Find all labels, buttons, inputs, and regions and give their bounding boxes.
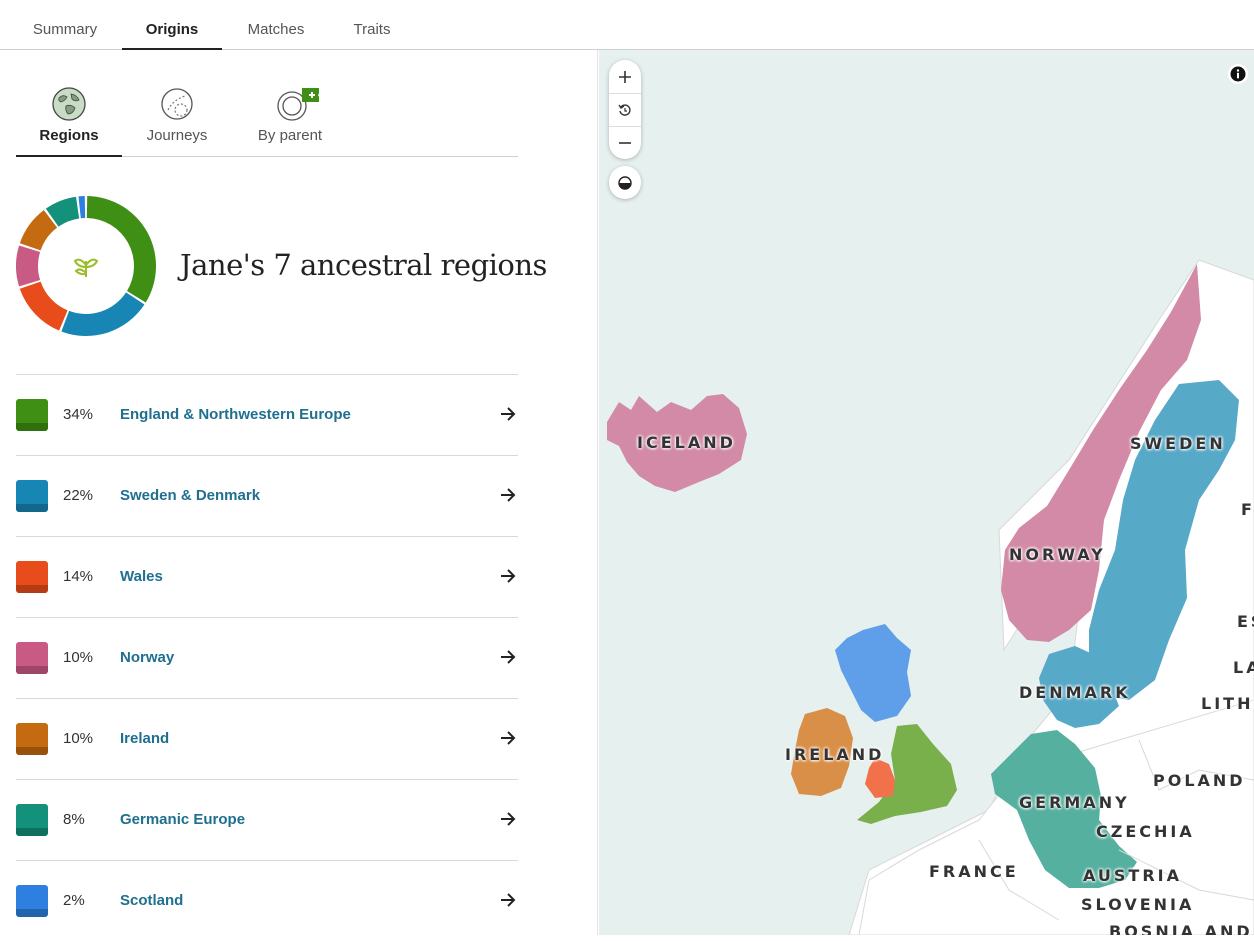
reset-icon — [618, 104, 631, 116]
region-percent: 22% — [63, 487, 94, 504]
region-name-link[interactable]: Wales — [120, 568, 163, 585]
arrow-right-icon — [501, 650, 516, 664]
region-row-wales[interactable]: 14% Wales — [16, 536, 518, 617]
by-parent-icon — [277, 88, 319, 121]
map-label-iceland: ICELAND — [637, 433, 736, 452]
tab-traits[interactable]: Traits — [338, 0, 406, 50]
region-name-link[interactable]: Ireland — [120, 730, 169, 747]
map-zoom-controls — [609, 60, 641, 159]
region-name-link[interactable]: Sweden & Denmark — [120, 487, 260, 504]
zoom-out-icon — [619, 142, 631, 144]
origins-view-tabs: Regions Journeys By parent — [16, 86, 518, 157]
tab-summary[interactable]: Summary — [20, 0, 110, 50]
arrow-right-icon — [501, 488, 516, 502]
map-label-lithuania: LITHU — [1201, 694, 1254, 713]
region-color-swatch — [16, 885, 48, 917]
contrast-control — [609, 166, 641, 199]
region-percent: 10% — [63, 730, 94, 747]
ancestry-map[interactable]: ICELAND SWEDEN NORWAY DENMARK IRELAND GE… — [599, 50, 1254, 935]
region-color-swatch — [16, 399, 48, 431]
map-label-sweden: SWEDEN — [1130, 434, 1226, 453]
donut-segment-0 — [86, 196, 156, 303]
arrow-right-icon — [501, 407, 516, 421]
map-label-latvia: LA — [1233, 658, 1254, 677]
donut-segment-3 — [16, 245, 41, 287]
subtab-by-parent[interactable]: By parent — [238, 86, 342, 157]
info-icon — [1230, 66, 1246, 82]
arrow-right-icon — [501, 569, 516, 583]
region-color-swatch — [16, 480, 48, 512]
map-label-poland: POLAND — [1153, 771, 1246, 790]
region-row-germanic-europe[interactable]: 8% Germanic Europe — [16, 779, 518, 860]
region-percent: 34% — [63, 406, 94, 423]
donut-segment-1 — [61, 292, 145, 336]
region-name-link[interactable]: England & Northwestern Europe — [120, 406, 351, 423]
globe-icon — [52, 87, 86, 121]
region-color-swatch — [16, 642, 48, 674]
region-name-link[interactable]: Scotland — [120, 892, 183, 909]
map-label-czechia: CZECHIA — [1096, 822, 1195, 841]
map-label-austria: AUSTRIA — [1083, 866, 1182, 885]
journeys-icon — [161, 88, 193, 120]
page-title: Jane's 7 ancestral regions — [180, 248, 547, 282]
wales-region — [865, 758, 895, 798]
donut-segment-6 — [78, 196, 86, 219]
map-label-finland: F — [1241, 500, 1254, 519]
map-info-button[interactable] — [1228, 64, 1248, 84]
top-tab-bar: Summary Origins Matches Traits — [0, 0, 1254, 50]
region-name-link[interactable]: Norway — [120, 649, 174, 666]
region-row-sweden-denmark[interactable]: 22% Sweden & Denmark — [16, 455, 518, 536]
leaf-icon — [73, 258, 99, 277]
region-percent: 2% — [63, 892, 85, 909]
region-row-ireland[interactable]: 10% Ireland — [16, 698, 518, 779]
region-color-swatch — [16, 561, 48, 593]
map-geography — [607, 259, 1254, 935]
map-label-bosnia: BOSNIA AND — [1109, 922, 1253, 935]
region-row-england[interactable]: 34% England & Northwestern Europe — [16, 374, 518, 455]
region-percent: 8% — [63, 811, 85, 828]
region-name-link[interactable]: Germanic Europe — [120, 811, 245, 828]
subtab-regions[interactable]: Regions — [16, 86, 122, 157]
origins-panel: Regions Journeys By parent Jane's 7 ance… — [0, 50, 598, 935]
subtab-journeys[interactable]: Journeys — [128, 86, 226, 157]
subtab-label: Regions — [39, 127, 99, 144]
region-percent: 10% — [63, 649, 94, 666]
contrast-toggle-button[interactable] — [609, 166, 641, 199]
zoom-in-icon — [619, 70, 631, 83]
tab-origins[interactable]: Origins — [122, 0, 222, 50]
region-color-swatch — [16, 804, 48, 836]
zoom-in-button[interactable] — [609, 60, 641, 93]
reset-view-button[interactable] — [609, 93, 641, 126]
arrow-right-icon — [501, 893, 516, 907]
map-label-ireland: IRELAND — [785, 745, 885, 764]
donut-segment-2 — [19, 281, 68, 331]
map-label-france: FRANCE — [929, 862, 1019, 881]
contrast-icon — [618, 175, 632, 190]
map-label-norway: NORWAY — [1009, 545, 1106, 564]
subtab-label: Journeys — [146, 127, 208, 144]
region-row-norway[interactable]: 10% Norway — [16, 617, 518, 698]
region-row-scotland[interactable]: 2% Scotland — [16, 860, 518, 941]
arrow-right-icon — [501, 731, 516, 745]
map-label-denmark: DENMARK — [1019, 683, 1131, 702]
map-label-slovenia: SLOVENIA — [1081, 895, 1195, 914]
tab-matches[interactable]: Matches — [232, 0, 320, 50]
region-color-swatch — [16, 723, 48, 755]
scotland-region — [835, 624, 911, 722]
region-list: 34% England & Northwestern Europe 22% Sw… — [16, 374, 518, 941]
map-label-estonia: ES — [1237, 612, 1254, 631]
map-label-germany: GERMANY — [1019, 793, 1130, 812]
subtab-label: By parent — [257, 127, 323, 144]
region-percent: 14% — [63, 568, 94, 585]
zoom-out-button[interactable] — [609, 126, 641, 159]
arrow-right-icon — [501, 812, 516, 826]
